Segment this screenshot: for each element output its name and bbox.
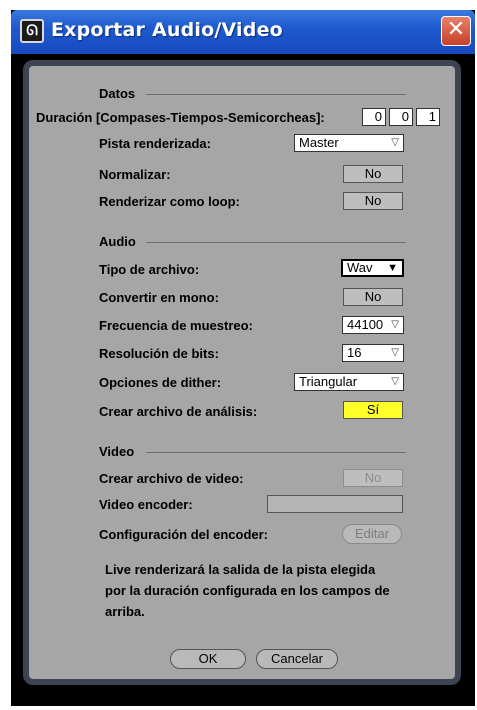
loop-label: Renderizar como loop: [99, 194, 240, 209]
tipo-label: Tipo de archivo: [99, 262, 200, 277]
tipo-dropdown[interactable]: Wav ▼ [341, 259, 404, 277]
pista-label: Pista renderizada: [99, 136, 211, 151]
analisis-label: Crear archivo de análisis: [99, 404, 258, 419]
info-note-line: por la duración configurada en los campo… [105, 583, 390, 598]
tipo-value: Wav [347, 260, 373, 275]
close-button[interactable]: ✕ [441, 16, 471, 46]
section-header-video: Video [99, 444, 135, 459]
pista-dropdown[interactable]: Master ▽ [294, 134, 404, 152]
frecuencia-value: 44100 [347, 317, 384, 332]
loop-toggle[interactable]: No [343, 192, 403, 210]
duracion-tiempos-field[interactable]: 0 [389, 108, 413, 126]
pista-value: Master [299, 135, 339, 150]
cancel-button[interactable]: Cancelar [256, 649, 338, 669]
bits-value: 16 [347, 345, 362, 360]
bits-dropdown[interactable]: 16 ▽ [342, 344, 404, 362]
section-header-audio: Audio [99, 234, 136, 249]
editar-button[interactable]: Editar [342, 524, 402, 544]
info-note: Live renderizará la salida de la pista e… [105, 559, 390, 622]
chevron-down-icon: ▽ [391, 137, 399, 148]
crear-video-label: Crear archivo de video: [99, 471, 244, 486]
info-note-line: arriba. [105, 604, 145, 619]
mono-label: Convertir en mono: [99, 290, 219, 305]
bits-label: Resolución de bits: [99, 346, 219, 361]
chevron-down-icon: ▼ [387, 262, 398, 274]
config-encoder-label: Configuración del encoder: [99, 527, 269, 542]
chevron-down-icon: ▽ [391, 319, 399, 330]
title-bar[interactable]: ᘏ Exportar Audio/Video ✕ [11, 10, 475, 54]
normalizar-toggle[interactable]: No [343, 165, 403, 183]
encoder-label: Video encoder: [99, 497, 193, 512]
duracion-compases-field[interactable]: 0 [362, 108, 386, 126]
ok-button[interactable]: OK [170, 649, 246, 669]
info-note-line: Live renderizará la salida de la pista e… [105, 562, 376, 577]
chevron-down-icon: ▽ [391, 376, 399, 387]
encoder-field[interactable] [267, 495, 403, 513]
dither-value: Triangular [299, 374, 358, 389]
duracion-label: Duración [Compases-Tiempos-Semicorcheas]… [36, 110, 325, 125]
divider-audio [146, 242, 406, 243]
frecuencia-dropdown[interactable]: 44100 ▽ [342, 316, 404, 334]
dither-dropdown[interactable]: Triangular ▽ [294, 373, 404, 391]
duracion-semicorcheas-field[interactable]: 1 [416, 108, 440, 126]
window-title: Exportar Audio/Video [51, 19, 283, 41]
dither-label: Opciones de dither: [99, 375, 222, 390]
divider-datos [146, 94, 406, 95]
normalizar-label: Normalizar: [99, 167, 171, 182]
frecuencia-label: Frecuencia de muestreo: [99, 318, 253, 333]
chevron-down-icon: ▽ [391, 347, 399, 358]
divider-video [146, 452, 406, 453]
analisis-toggle[interactable]: Sí [343, 401, 403, 419]
mono-toggle[interactable]: No [343, 288, 403, 306]
app-icon: ᘏ [20, 19, 44, 43]
crear-video-toggle[interactable]: No [343, 469, 403, 487]
section-header-datos: Datos [99, 86, 136, 101]
